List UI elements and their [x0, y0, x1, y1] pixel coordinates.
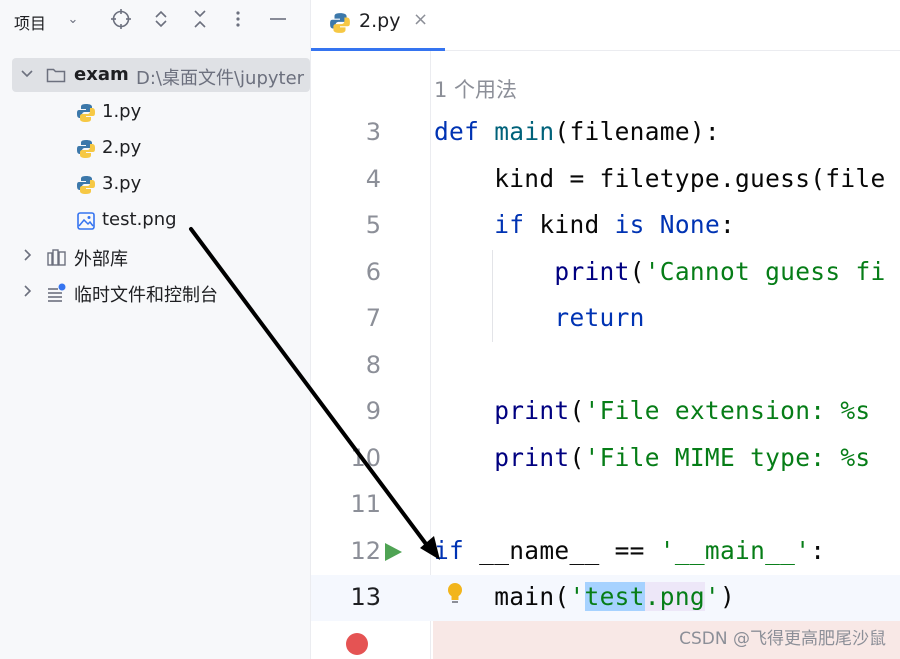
annotation-arrow [189, 227, 440, 560]
